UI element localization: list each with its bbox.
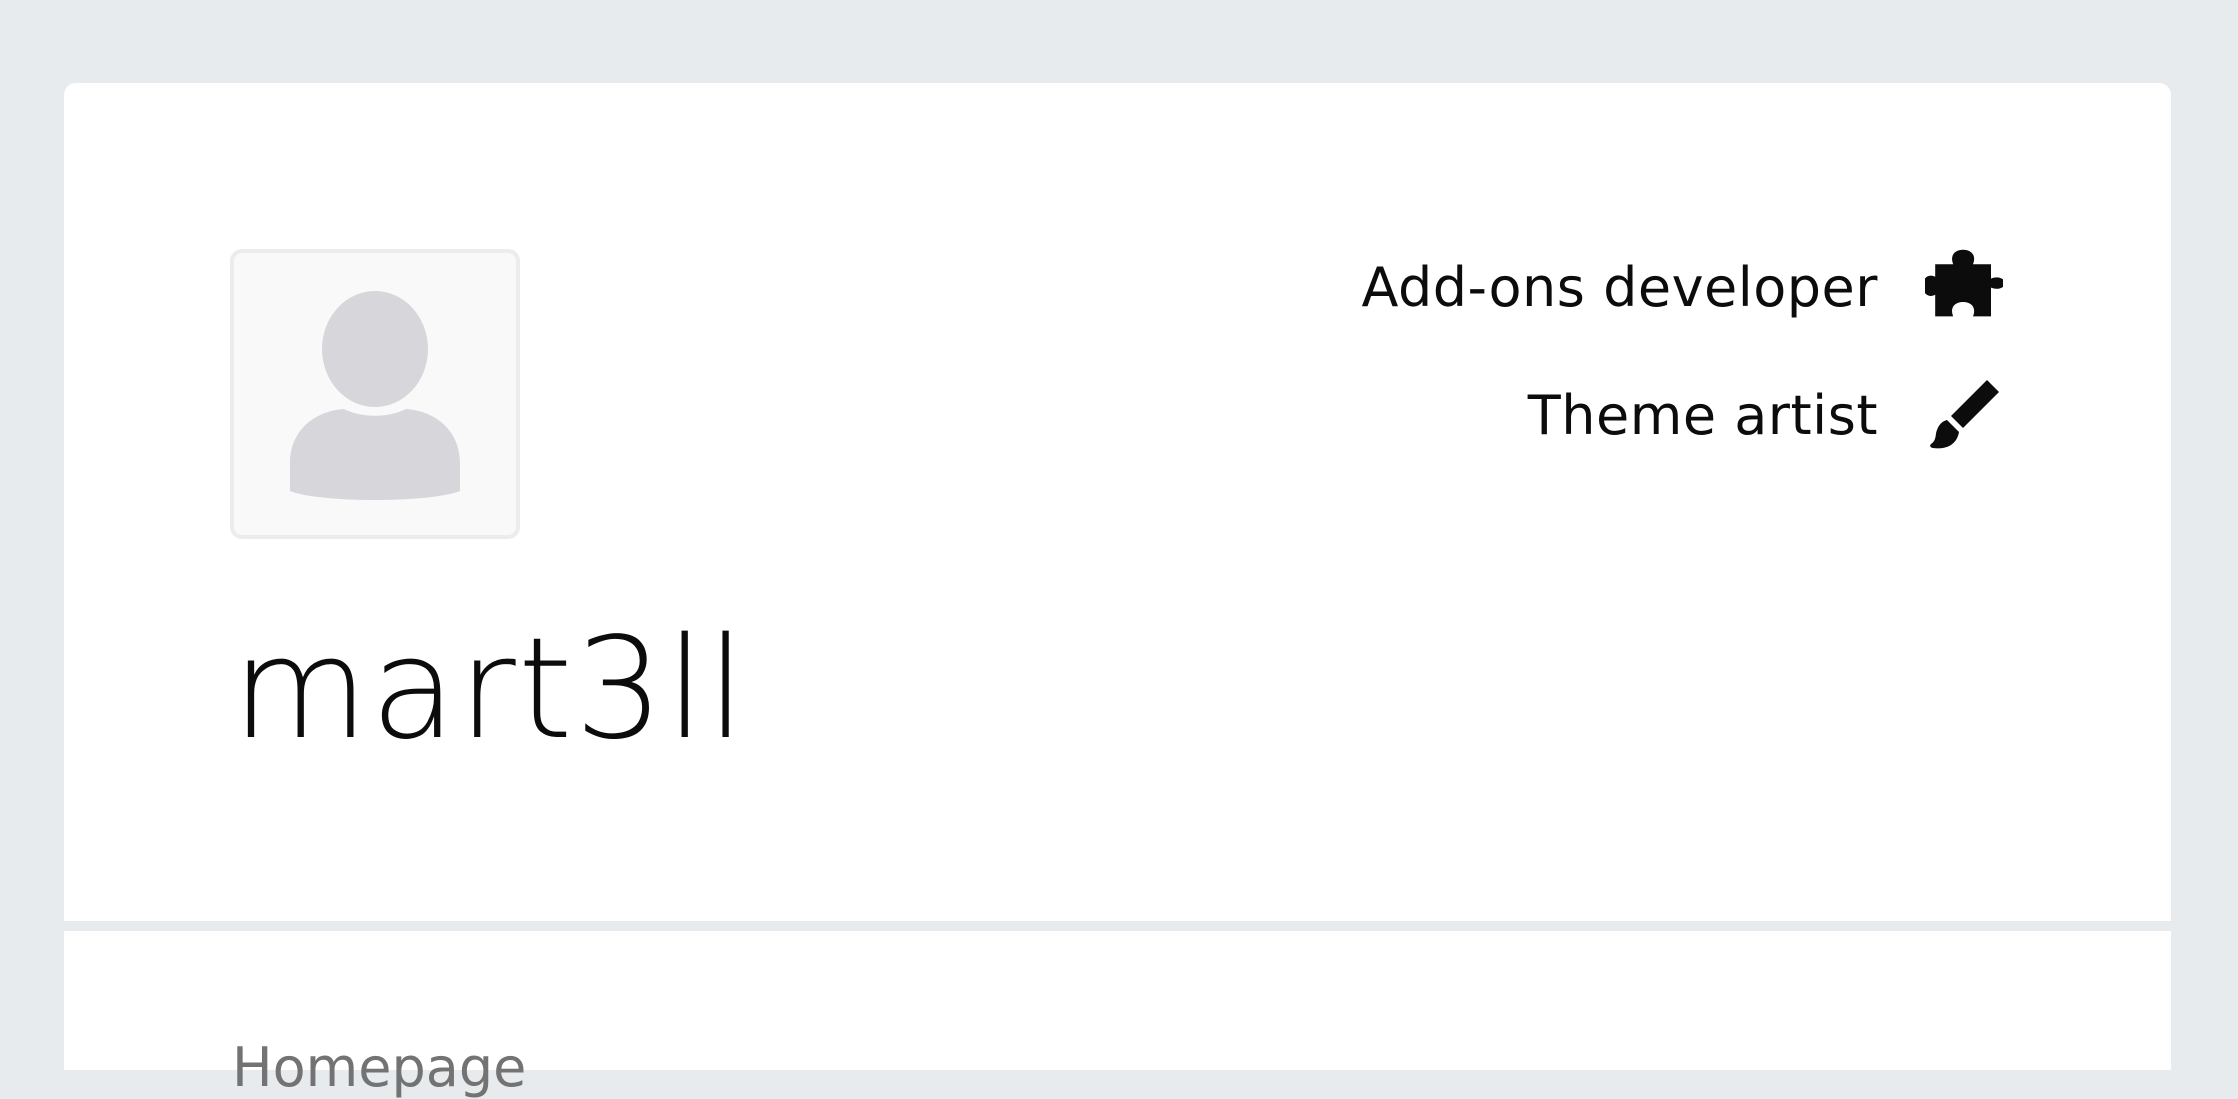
paintbrush-icon	[1922, 373, 2006, 457]
user-avatar	[230, 249, 520, 539]
username-heading: mart3ll	[232, 608, 748, 771]
badge-theme-artist: Theme artist	[1361, 373, 2006, 457]
puzzle-piece-icon	[1922, 245, 2006, 329]
default-user-avatar-icon	[290, 291, 460, 500]
badge-label: Add-ons developer	[1361, 255, 1878, 319]
badge-addons-developer: Add-ons developer	[1361, 245, 2006, 329]
section-divider	[64, 921, 2171, 931]
badge-label: Theme artist	[1527, 383, 1878, 447]
user-badges: Add-ons developer Theme artist	[1361, 245, 2006, 501]
homepage-heading: Homepage	[232, 1036, 527, 1099]
